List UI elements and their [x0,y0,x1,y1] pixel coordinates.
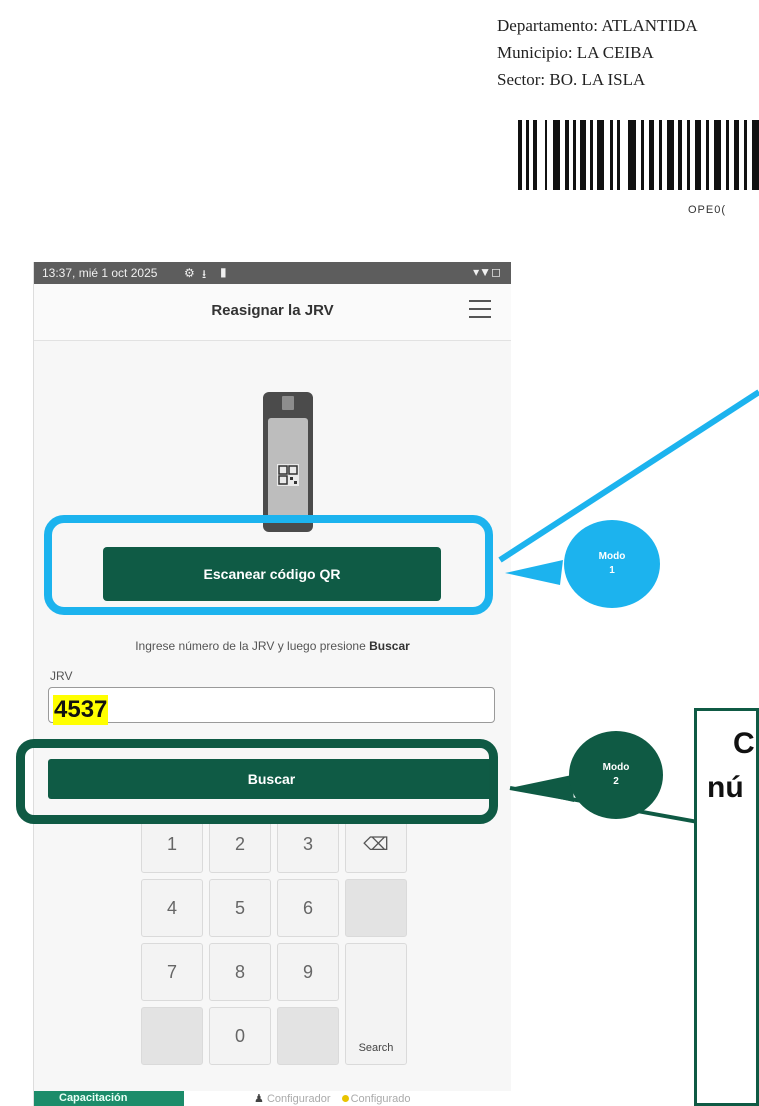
user-status: ♟ Configurador Configurado [254,1092,411,1105]
mode2-number: 2 [613,776,619,787]
user-icon: ♟ [254,1093,264,1105]
key-4[interactable]: 4 [141,879,203,937]
blank-key [345,879,407,937]
mode2-bubble-text: Modo 2 [586,761,646,789]
manual-entry-hint: Ingrese número de la JRV y luego presion… [34,639,511,653]
mode1-pointer-line [498,389,759,563]
mode1-highlight-frame [44,515,493,615]
signal-icon: ▾▼◻ [473,265,501,279]
note-text-line1: C [733,727,755,760]
key-7[interactable]: 7 [141,943,203,1001]
note-text-line2: nú [707,771,744,804]
mode1-bubble-text: Modo 1 [582,550,642,578]
municipio-text: Municipio: LA CEIBA [497,43,654,62]
barcode-code: OPE0( [688,204,727,216]
jrv-input-value: 4537 [53,695,109,725]
key-6[interactable]: 6 [277,879,339,937]
key-8[interactable]: 8 [209,943,271,1001]
mode1-bubble-tail [505,560,563,585]
phone-screen: 13:37, mié 1 oct 2025 ⚙ ⭳ ▮ ▾▼◻ Reasigna… [33,262,511,1106]
document-info: Departamento: ATLANTIDA Municipio: LA CE… [497,12,698,93]
departamento-text: Departamento: ATLANTIDA [497,16,698,35]
user-label: Configurador [266,1093,331,1105]
barcode-image [518,120,759,190]
bottom-bar: Capacitación ♟ Configurador Configurado [34,1091,511,1106]
key-9[interactable]: 9 [277,943,339,1001]
status-label: Configurado [350,1093,411,1105]
status-bar: 13:37, mié 1 oct 2025 ⚙ ⭳ ▮ ▾▼◻ [34,262,511,284]
mode2-label: Modo [602,762,630,773]
key-0[interactable]: 0 [209,1007,271,1065]
key-5[interactable]: 5 [209,879,271,937]
hamburger-menu-icon[interactable] [469,300,491,320]
settings-icon: ⚙ [184,266,195,280]
blank-key [141,1007,203,1065]
hint-text: Ingrese número de la JRV y luego presion… [135,639,366,653]
battery-icon: ▮ [220,265,227,279]
blank-key [277,1007,339,1065]
mode2-highlight-frame [16,739,498,824]
status-time: 13:37, mié 1 oct 2025 [42,266,158,280]
backspace-icon: ⌫ [363,833,389,854]
mode1-label: Modo [598,551,626,562]
sector-text: Sector: BO. LA ISLA [497,70,646,89]
search-key[interactable]: Search [345,943,407,1065]
page-title: Reasignar la JRV [211,302,334,319]
download-icon: ⭳ [202,267,207,281]
jrv-input[interactable] [48,687,495,723]
status-dot-icon [341,1095,349,1102]
hint-action-text: Buscar [369,639,410,653]
app-bar: Reasignar la JRV [34,284,511,341]
qr-scanner-device-icon [263,392,313,532]
mode1-number: 1 [609,565,615,576]
note-box [694,708,759,1106]
jrv-field-label: JRV [50,669,73,683]
mode2-bubble-tail [510,775,574,802]
mode-badge: Capacitación [34,1091,184,1106]
